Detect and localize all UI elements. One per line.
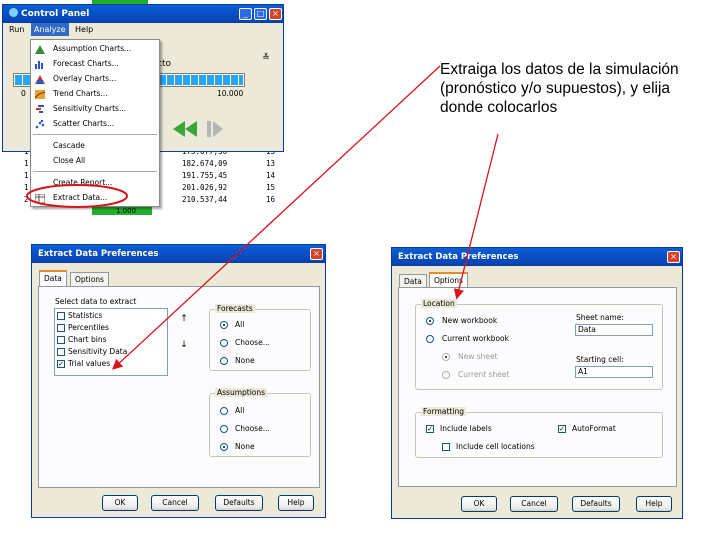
arrow-to-location: [453, 133, 499, 300]
annotation-overlay: [26, 65, 499, 370]
highlight-ellipse: [26, 184, 128, 208]
arrow-to-trial-values: [112, 65, 441, 370]
